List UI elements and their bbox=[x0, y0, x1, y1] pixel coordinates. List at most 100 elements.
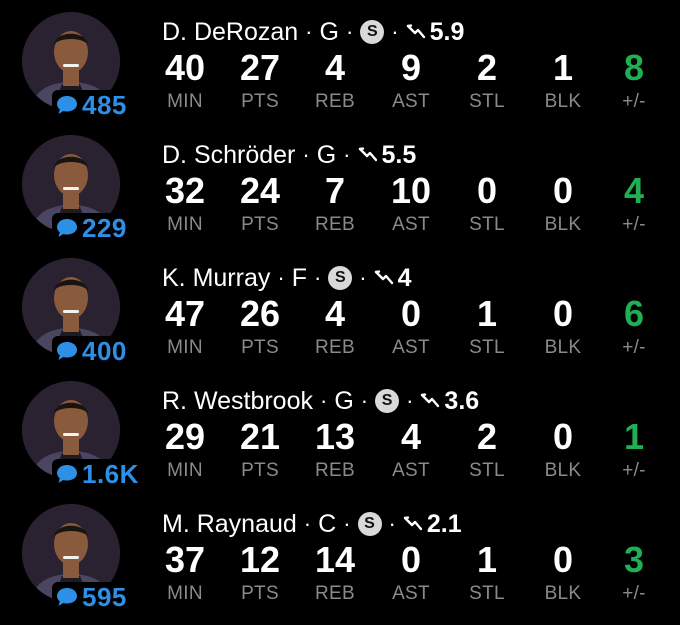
player-info-line: D. Schröder · G · 5.5 bbox=[162, 139, 416, 171]
player-name[interactable]: R. Westbrook bbox=[162, 387, 313, 416]
stat-value: 1 bbox=[476, 539, 498, 580]
stat-cell: 32 MIN bbox=[147, 171, 223, 237]
stat-label: MIN bbox=[167, 214, 203, 235]
stat-value: 27 bbox=[239, 47, 281, 88]
speech-bubble-icon bbox=[57, 465, 77, 483]
player-position: G bbox=[316, 140, 337, 169]
stat-cell: 1 STL bbox=[449, 540, 525, 606]
trend-value: 5.5 bbox=[381, 140, 417, 169]
stat-cell: 12 PTS bbox=[222, 540, 298, 606]
stat-label: REB bbox=[315, 460, 355, 481]
stat-label: STL bbox=[469, 583, 505, 604]
trend-indicator: 5.5 bbox=[358, 140, 417, 170]
stat-cell: 4 REB bbox=[297, 48, 373, 114]
starter-badge: S bbox=[360, 20, 385, 44]
stat-label: REB bbox=[315, 91, 355, 112]
player-row[interactable]: 400 K. Murray · F · S · 4 47 MIN 26 PTS 4 REB… bbox=[0, 248, 680, 371]
stat-cell: 24 PTS bbox=[222, 171, 298, 237]
stat-cell: 9 AST bbox=[373, 48, 449, 114]
separator-dot: · bbox=[303, 511, 312, 536]
comment-badge[interactable]: 229 bbox=[52, 213, 129, 243]
stat-cell: 40 MIN bbox=[147, 48, 223, 114]
speech-bubble-icon bbox=[57, 342, 77, 360]
player-name[interactable]: M. Raynaud bbox=[162, 510, 297, 539]
trend-value: 2.1 bbox=[426, 509, 462, 538]
player-stat-list: 485 D. DeRozan · G · S · 5.9 40 MIN 27 PTS 4… bbox=[0, 0, 680, 625]
stat-label: BLK bbox=[544, 583, 582, 604]
stat-cell: 6 +/- bbox=[596, 294, 672, 360]
plus-minus-value: 3 bbox=[623, 539, 645, 580]
stat-label: BLK bbox=[544, 214, 582, 235]
stat-label: MIN bbox=[167, 91, 203, 112]
stat-cell: 0 STL bbox=[449, 171, 525, 237]
avatar-wrap[interactable]: 229 bbox=[22, 135, 129, 243]
stat-cell: 10 AST bbox=[373, 171, 449, 237]
player-row[interactable]: 1.6K R. Westbrook · G · S · 3.6 29 MIN 21 P… bbox=[0, 371, 680, 494]
stat-value: 1 bbox=[552, 47, 574, 88]
avatar-wrap[interactable]: 485 bbox=[22, 12, 129, 120]
trend-indicator: 4 bbox=[374, 264, 412, 293]
trend-value: 4 bbox=[397, 263, 412, 292]
player-position: F bbox=[291, 263, 307, 292]
stat-value: 0 bbox=[400, 539, 422, 580]
plus-minus-value: 6 bbox=[623, 293, 645, 334]
stat-value: 29 bbox=[164, 416, 206, 457]
stat-cell: 1 STL bbox=[449, 294, 525, 360]
stat-label: +/- bbox=[622, 583, 646, 604]
separator-dot: · bbox=[388, 511, 396, 536]
separator-dot: · bbox=[305, 19, 313, 44]
stat-cell: 1 +/- bbox=[596, 417, 672, 483]
player-row[interactable]: 595 M. Raynaud · C · S · 2.1 37 MIN 12 PTS 1… bbox=[0, 494, 680, 617]
stat-label: REB bbox=[315, 337, 355, 358]
stat-value: 0 bbox=[552, 170, 574, 211]
stat-value: 4 bbox=[400, 416, 422, 457]
stat-value: 14 bbox=[314, 539, 356, 580]
stat-label: STL bbox=[469, 91, 505, 112]
comment-badge[interactable]: 400 bbox=[52, 336, 129, 366]
trending-down-icon bbox=[421, 393, 440, 408]
stat-label: STL bbox=[469, 214, 505, 235]
stat-value: 2 bbox=[476, 47, 498, 88]
stat-value: 0 bbox=[400, 293, 422, 334]
comment-count: 229 bbox=[82, 212, 127, 243]
player-position: G bbox=[319, 17, 339, 46]
stat-cell: 21 PTS bbox=[222, 417, 298, 483]
stat-value: 32 bbox=[164, 170, 206, 211]
stat-label: +/- bbox=[622, 337, 646, 358]
stat-label: AST bbox=[392, 583, 430, 604]
avatar-wrap[interactable]: 400 bbox=[22, 258, 129, 366]
stat-label: BLK bbox=[544, 337, 582, 358]
stat-value: 1 bbox=[476, 293, 498, 334]
player-info-line: K. Murray · F · S · 4 bbox=[162, 262, 412, 294]
stat-cell: 7 REB bbox=[297, 171, 373, 237]
stat-value: 21 bbox=[239, 416, 281, 457]
starter-badge: S bbox=[328, 266, 353, 290]
player-name[interactable]: D. DeRozan bbox=[162, 18, 298, 47]
player-row[interactable]: 229 D. Schröder · G · 5.5 32 MIN 24 PTS 7 REB… bbox=[0, 125, 680, 248]
separator-dot: · bbox=[319, 388, 328, 413]
comment-badge[interactable]: 1.6K bbox=[52, 459, 141, 489]
stat-cell: 3 +/- bbox=[596, 540, 672, 606]
player-name[interactable]: K. Murray bbox=[162, 264, 270, 293]
comment-count: 485 bbox=[82, 89, 127, 120]
stat-cell: 8 +/- bbox=[596, 48, 672, 114]
separator-dot: · bbox=[359, 265, 367, 290]
avatar-wrap[interactable]: 595 bbox=[22, 504, 129, 612]
stat-cell: 0 AST bbox=[373, 540, 449, 606]
stat-label: +/- bbox=[622, 91, 646, 112]
separator-dot: · bbox=[302, 142, 310, 167]
stat-cell: 2 STL bbox=[449, 48, 525, 114]
trending-down-icon bbox=[358, 147, 377, 162]
stat-value: 4 bbox=[324, 293, 346, 334]
stat-cell: 47 MIN bbox=[147, 294, 223, 360]
stat-value: 4 bbox=[324, 47, 346, 88]
stat-value: 47 bbox=[164, 293, 206, 334]
stat-cell: 0 BLK bbox=[525, 171, 601, 237]
player-name[interactable]: D. Schröder bbox=[162, 141, 295, 170]
comment-count: 400 bbox=[82, 335, 127, 366]
comment-badge[interactable]: 485 bbox=[52, 90, 129, 120]
stat-label: MIN bbox=[167, 460, 203, 481]
comment-badge[interactable]: 595 bbox=[52, 582, 129, 612]
avatar-wrap[interactable]: 1.6K bbox=[22, 381, 141, 489]
player-row[interactable]: 485 D. DeRozan · G · S · 5.9 40 MIN 27 PTS 4… bbox=[0, 2, 680, 125]
